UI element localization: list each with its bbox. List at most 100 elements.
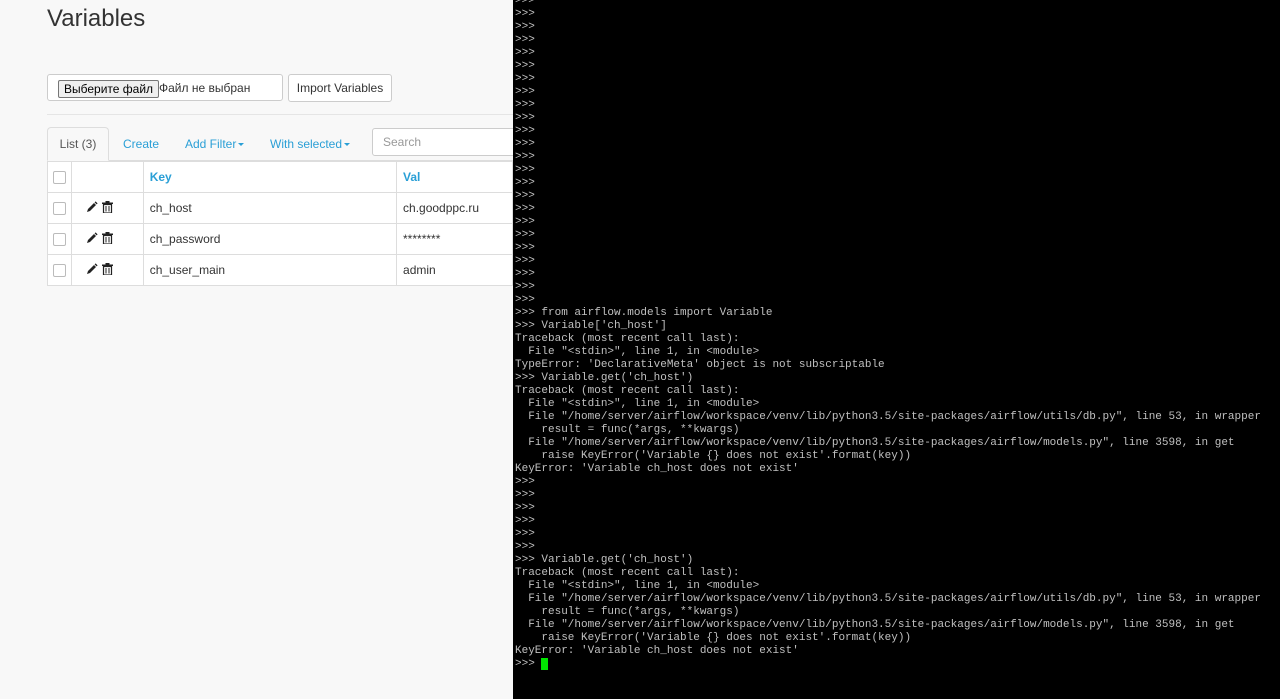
terminal-line: result = func(*args, **kwargs): [515, 424, 740, 436]
terminal-line: >>>: [515, 229, 535, 241]
terminal-line: >>>: [515, 86, 535, 98]
choose-file-button[interactable]: Выберите файл: [58, 80, 160, 98]
terminal-cursor: [541, 658, 549, 670]
terminal-window[interactable]: >>> >>> >>> >>> >>> >>> >>> >>> >>> >>> >>> >>> >>> >…: [513, 0, 1280, 699]
terminal-line: >>>: [515, 489, 535, 501]
row-val: admin: [396, 254, 513, 286]
terminal-line: >>> Variable['ch_host']: [515, 320, 667, 332]
terminal-line: >>>: [515, 164, 535, 176]
caret-down-icon: [238, 143, 245, 147]
terminal-line: >>>: [515, 476, 535, 488]
row-checkbox[interactable]: [53, 264, 67, 278]
add-filter-label: Add Filter: [185, 137, 237, 151]
terminal-line: >>>: [515, 151, 535, 163]
row-checkbox-cell: [46, 192, 73, 224]
terminal-line: >>>: [515, 190, 535, 202]
terminal-line: >>>: [515, 73, 535, 85]
trash-icon[interactable]: [101, 262, 113, 278]
file-status-text: Файл не выбран: [159, 81, 251, 95]
table-row: ch_host ch.goodppc.ru: [46, 192, 513, 224]
tab-create[interactable]: Create: [123, 137, 159, 151]
tab-with-selected[interactable]: With selected: [270, 137, 351, 151]
terminal-line: >>>: [515, 112, 535, 124]
terminal-line: Traceback (most recent call last):: [515, 385, 740, 397]
terminal-line: >>>: [515, 125, 535, 137]
tab-add-filter[interactable]: Add Filter: [185, 137, 245, 151]
val-column-header[interactable]: Val: [396, 161, 513, 193]
row-checkbox[interactable]: [53, 202, 67, 216]
table-row: ch_user_main admin: [46, 254, 513, 286]
terminal-line: >>>: [515, 528, 535, 540]
row-val: ********: [396, 223, 513, 255]
trash-icon[interactable]: [101, 231, 113, 247]
with-selected-label: With selected: [270, 137, 343, 151]
terminal-line: >>>: [515, 99, 535, 111]
terminal-line: >>>: [515, 47, 535, 59]
actions-header: [71, 161, 144, 193]
caret-down-icon: [344, 143, 351, 147]
pencil-icon[interactable]: [86, 263, 99, 278]
terminal-line: >>>: [515, 8, 535, 20]
row-key: ch_host: [142, 192, 398, 224]
variables-table: Key Val ch_host ch.goodppc.ru ch_passwor…: [46, 161, 513, 286]
divider: [47, 114, 513, 115]
terminal-line: File "/home/server/airflow/workspace/ven…: [515, 593, 1261, 605]
terminal-line: >>>: [515, 216, 535, 228]
terminal-line: File "/home/server/airflow/workspace/ven…: [515, 411, 1261, 423]
terminal-line: TypeError: 'DeclarativeMeta' object is n…: [515, 359, 885, 371]
terminal-output: >>> >>> >>> >>> >>> >>> >>> >>> >>> >>> >>> >>> >>> >…: [515, 0, 1261, 697]
terminal-line: Traceback (most recent call last):: [515, 567, 740, 579]
terminal-line: File "/home/server/airflow/workspace/ven…: [515, 437, 1235, 449]
file-upload-field[interactable]: Выберите файл Файл не выбран: [47, 74, 283, 101]
terminal-line: Traceback (most recent call last):: [515, 333, 740, 345]
web-panel: Variables Выберите файл Файл не выбран I…: [0, 0, 513, 699]
terminal-line: >>>: [515, 138, 535, 150]
import-variables-button[interactable]: Import Variables: [288, 74, 392, 102]
row-key: ch_password: [142, 223, 398, 255]
tab-list[interactable]: List (3): [47, 127, 109, 161]
terminal-line: >>>: [515, 281, 535, 293]
terminal-line: File "<stdin>", line 1, in <module>: [515, 346, 760, 358]
terminal-line: File "<stdin>", line 1, in <module>: [515, 398, 760, 410]
terminal-line: >>>: [515, 515, 535, 527]
table-row: ch_password ********: [46, 223, 513, 255]
terminal-line: >>>: [515, 242, 535, 254]
terminal-line: >>>: [515, 21, 535, 33]
terminal-line: result = func(*args, **kwargs): [515, 606, 740, 618]
terminal-line: raise KeyError('Variable {} does not exi…: [515, 632, 912, 644]
table-header-row: Key Val: [46, 161, 513, 193]
trash-icon[interactable]: [101, 200, 113, 216]
terminal-line: KeyError: 'Variable ch_host does not exi…: [515, 463, 799, 475]
terminal-line: >>> Variable.get('ch_host'): [515, 554, 694, 566]
search-input[interactable]: [372, 128, 513, 156]
pencil-icon[interactable]: [86, 201, 99, 216]
terminal-prompt: >>>: [515, 658, 535, 670]
terminal-line: >>>: [515, 203, 535, 215]
row-checkbox-cell: [46, 254, 73, 286]
terminal-line: KeyError: 'Variable ch_host does not exi…: [515, 645, 799, 657]
select-all-cell: [46, 161, 73, 193]
row-checkbox-cell: [46, 223, 73, 255]
terminal-line: >>>: [515, 255, 535, 267]
row-actions: [71, 254, 144, 286]
terminal-prompt-line: >>>: [515, 658, 1261, 671]
terminal-line: >>>: [515, 177, 535, 189]
terminal-line: >>>: [515, 294, 535, 306]
terminal-line: >>>: [515, 0, 535, 7]
terminal-line: raise KeyError('Variable {} does not exi…: [515, 450, 912, 462]
terminal-line: >>> from airflow.models import Variable: [515, 307, 773, 319]
pencil-icon[interactable]: [86, 232, 99, 247]
terminal-line: >>> Variable.get('ch_host'): [515, 372, 694, 384]
terminal-line: File "/home/server/airflow/workspace/ven…: [515, 619, 1235, 631]
select-all-checkbox[interactable]: [53, 171, 67, 185]
row-checkbox[interactable]: [53, 233, 67, 247]
row-val: ch.goodppc.ru: [396, 192, 513, 224]
key-column-header[interactable]: Key: [142, 161, 398, 193]
terminal-line: >>>: [515, 268, 535, 280]
terminal-line: >>>: [515, 502, 535, 514]
terminal-line: File "<stdin>", line 1, in <module>: [515, 580, 760, 592]
terminal-line: >>>: [515, 541, 535, 553]
terminal-line: >>>: [515, 34, 535, 46]
row-actions: [71, 192, 144, 224]
row-key: ch_user_main: [142, 254, 398, 286]
